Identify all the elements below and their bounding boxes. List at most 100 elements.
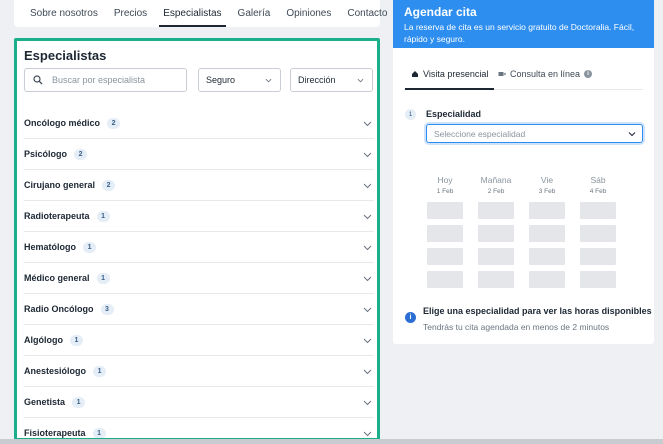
specialty-list: Oncólogo médico 2 Psicólogo 2 Cirujano gener… [24, 108, 374, 438]
specialty-label: Oncólogo médico [24, 118, 101, 128]
notice-subtitle: Tendrás tu cita agendada en menos de 2 m… [423, 322, 610, 332]
video-icon [498, 72, 506, 76]
time-slot-placeholder [427, 271, 463, 288]
booking-subtitle: La reserva de cita es un servicio gratui… [404, 22, 635, 44]
specialty-row[interactable]: Cirujano general 2 [24, 170, 374, 201]
day-date: 4 Feb [589, 188, 607, 195]
calendar-day: Sáb 4 Feb [578, 175, 618, 195]
specialty-label: Radio Oncólogo [24, 304, 94, 314]
specialty-select[interactable]: Seleccione especialidad [426, 124, 643, 143]
doctor-count-badge: 3 [100, 303, 114, 315]
time-slot-placeholder [529, 202, 565, 219]
chevron-down-icon [363, 307, 372, 313]
specialty-row[interactable]: Fisioterapeuta 1 [24, 418, 374, 438]
day-date: 2 Feb [487, 188, 505, 195]
time-slot-placeholder [580, 271, 616, 288]
info-icon[interactable]: i [584, 70, 593, 78]
chevron-down-icon [363, 276, 372, 282]
specialty-row[interactable]: Radio Oncólogo 3 [24, 294, 374, 325]
day-name: Mañana [480, 175, 512, 185]
address-select-label: Dirección [298, 75, 336, 85]
chevron-down-icon [363, 369, 372, 375]
time-slot-placeholder [478, 202, 514, 219]
specialty-row[interactable]: Radioterapeuta 1 [24, 201, 374, 232]
step-number-badge: 1 [405, 109, 416, 120]
specialists-title: Especialistas [24, 48, 107, 63]
doctor-count-badge: 1 [93, 365, 107, 377]
specialty-row[interactable]: Hematólogo 1 [24, 232, 374, 263]
specialty-row[interactable]: Algólogo 1 [24, 325, 374, 356]
chevron-down-icon [363, 183, 372, 189]
search-icon [33, 75, 43, 85]
specialty-label: Anestesiólogo [24, 366, 87, 376]
time-slot-placeholder [580, 248, 616, 265]
house-icon [412, 71, 418, 77]
visit-type-tabs: Visita presencial Consulta en línea i [404, 63, 643, 90]
tab-galeria[interactable]: Galería [230, 0, 279, 27]
doctor-count-badge: 1 [83, 241, 97, 253]
tab-contacto[interactable]: Contacto [339, 0, 395, 27]
time-slot-placeholder [580, 225, 616, 242]
specialty-field-label: Especialidad [426, 109, 482, 119]
notice-title: Elige una especialidad para ver las hora… [423, 306, 652, 316]
specialty-label: Fisioterapeuta [24, 428, 86, 438]
doctor-count-badge: 1 [70, 334, 83, 346]
chevron-down-icon [363, 121, 372, 127]
chevron-down-icon [363, 338, 372, 344]
specialty-label: Cirujano general [24, 180, 96, 190]
chevron-down-icon [628, 132, 636, 137]
doctor-count-badge: 1 [96, 272, 110, 284]
doctor-count-badge: 2 [74, 148, 88, 160]
booking-widget: Agendar cita La reserva de cita es un se… [393, 0, 654, 344]
doctor-count-badge: 2 [107, 117, 121, 129]
time-slot-placeholder [529, 271, 565, 288]
time-slot-placeholder [478, 225, 514, 242]
specialty-row[interactable]: Psicólogo 2 [24, 139, 374, 170]
info-icon: i [405, 312, 416, 323]
time-slot-placeholder [529, 248, 565, 265]
doctor-count-badge: 1 [92, 427, 106, 438]
day-date: 3 Feb [538, 188, 556, 195]
specialty-row[interactable]: Genetista 1 [24, 387, 374, 418]
specialty-select-placeholder: Seleccione especialidad [434, 128, 526, 139]
chevron-down-icon [363, 400, 372, 406]
chevron-down-icon [363, 431, 372, 437]
day-name: Sáb [590, 175, 606, 185]
specialty-label: Psicólogo [24, 149, 68, 159]
tab-precios[interactable]: Precios [106, 0, 155, 27]
day-name: Vie [540, 175, 554, 185]
specialty-label: Médico general [24, 273, 90, 283]
time-slot-placeholder [478, 271, 514, 288]
calendar-day: Hoy 1 Feb [425, 175, 465, 195]
insurance-select[interactable]: Seguro [198, 68, 281, 92]
day-date: 1 Feb [436, 188, 454, 195]
search-placeholder: Buscar por especialista [52, 75, 146, 85]
tab-consulta-en-linea-label: Consulta en línea [510, 69, 581, 79]
tab-opiniones[interactable]: Opiniones [278, 0, 339, 27]
specialty-row[interactable]: Oncólogo médico 2 [24, 108, 374, 139]
profile-nav-tabs: Sobre nosotros Precios Especialistas Gal… [14, 0, 387, 27]
page-bottom-edge [0, 439, 663, 444]
time-slot-placeholder [427, 248, 463, 265]
specialists-panel: Especialistas Buscar por especialista Se… [14, 38, 380, 441]
tab-visita-presencial[interactable]: Visita presencial [404, 69, 495, 90]
time-slot-placeholder [427, 225, 463, 242]
tab-especialistas[interactable]: Especialistas [155, 0, 229, 27]
specialty-label: Algólogo [24, 335, 63, 345]
time-slot-placeholder [529, 225, 565, 242]
specialty-label: Genetista [24, 397, 66, 407]
doctor-count-badge: 1 [96, 210, 110, 222]
address-select[interactable]: Dirección [290, 68, 373, 92]
specialty-row[interactable]: Médico general 1 [24, 263, 374, 294]
chevron-down-icon [363, 245, 372, 251]
chevron-down-icon [357, 78, 364, 83]
specialist-search-input[interactable]: Buscar por especialista [24, 68, 187, 92]
specialty-row[interactable]: Anestesiólogo 1 [24, 356, 374, 387]
tab-sobre-nosotros[interactable]: Sobre nosotros [22, 0, 106, 27]
day-name: Hoy [437, 175, 453, 185]
chevron-down-icon [363, 214, 372, 220]
doctor-count-badge: 1 [72, 396, 86, 408]
time-slot-placeholder [427, 202, 463, 219]
tab-consulta-en-linea[interactable]: Consulta en línea i [498, 69, 593, 79]
time-slot-placeholder [478, 248, 514, 265]
